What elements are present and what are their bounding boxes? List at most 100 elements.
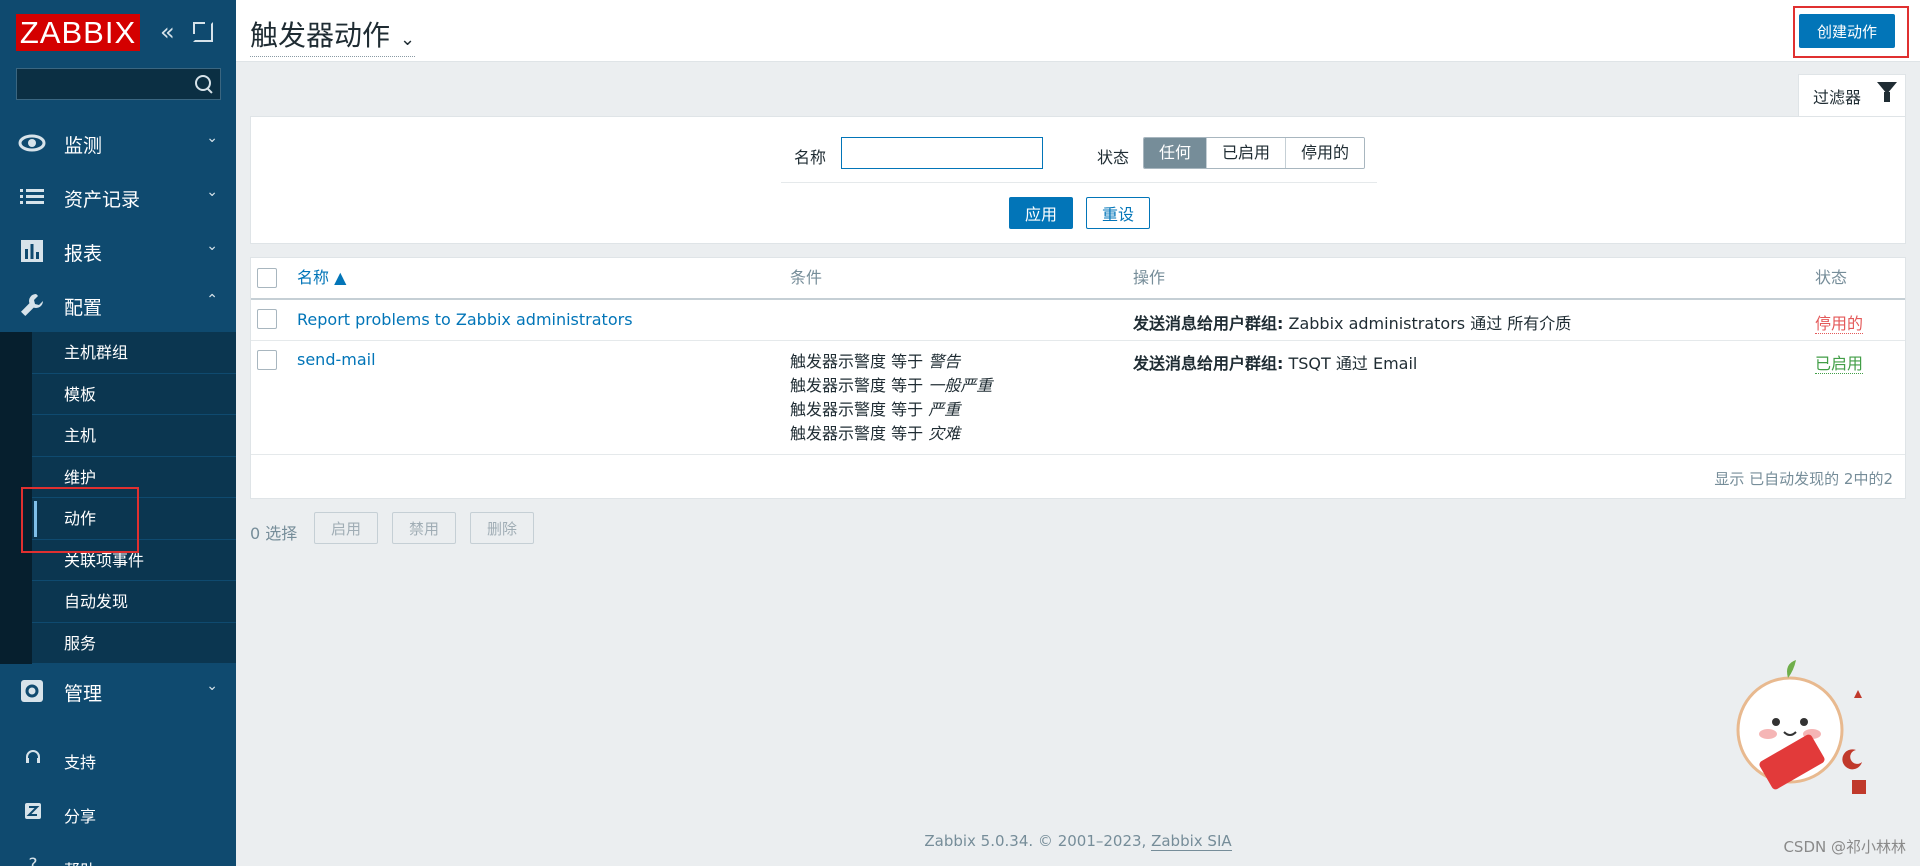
status-segmented-control: 任何 已启用 停用的 <box>1143 137 1366 169</box>
header-divider <box>251 298 1905 300</box>
search-input[interactable] <box>17 69 187 99</box>
page-title-text: 触发器动作 <box>250 19 391 52</box>
column-header-operations: 操作 <box>1133 268 1166 287</box>
menu-label: 管理 <box>64 683 103 705</box>
filter-tab-label: 过滤器 <box>1813 88 1862 107</box>
column-header-status: 状态 <box>1815 268 1848 287</box>
column-header-conditions: 条件 <box>790 268 823 287</box>
sidebar-item-host-groups[interactable]: 主机群组 <box>32 332 236 374</box>
condition-prefix: 触发器示警度 等于 <box>790 352 929 371</box>
menu-label: 监测 <box>64 135 103 157</box>
chevron-down-icon: ⌄ <box>206 130 218 146</box>
filter-name-input[interactable] <box>841 137 1043 169</box>
gear-icon <box>18 677 46 705</box>
delete-button[interactable]: 删除 <box>470 512 534 544</box>
condition-value: 警告 <box>928 352 961 371</box>
footer-link[interactable]: Zabbix SIA <box>1151 832 1232 851</box>
filter-icon <box>1877 82 1897 102</box>
filter-tab[interactable]: 过滤器 <box>1798 74 1906 116</box>
menu-label: 支持 <box>64 753 97 772</box>
column-header-name[interactable]: 名称 ▲ <box>297 258 346 298</box>
condition-prefix: 触发器示警度 等于 <box>790 400 929 419</box>
menu-item-configuration[interactable]: 配置 ⌃ <box>0 278 236 332</box>
chevron-down-icon: ⌄ <box>206 238 218 254</box>
condition-line: 触发器示警度 等于 灾难 <box>790 422 992 446</box>
page-header: 触发器动作 ⌄ 创建动作 <box>236 0 1920 62</box>
disable-button[interactable]: 禁用 <box>392 512 456 544</box>
actions-table: 名称 ▲ 条件 操作 状态 Report problems to Zabbix … <box>250 257 1906 499</box>
filter-name-label: 名称 <box>794 148 827 167</box>
table-count-footer: 显示 已自动发现的 2中的2 <box>1714 470 1893 488</box>
condition-prefix: 触发器示警度 等于 <box>790 424 929 443</box>
conditions-cell: 触发器示警度 等于 警告 触发器示警度 等于 一般严重 触发器示警度 等于 严重… <box>790 350 992 446</box>
sidebar-item-templates[interactable]: 模板 <box>32 373 236 415</box>
status-option-disabled[interactable]: 停用的 <box>1285 138 1365 168</box>
reset-button[interactable]: 重设 <box>1086 197 1150 229</box>
condition-value: 一般严重 <box>928 376 993 395</box>
page-footer: Zabbix 5.0.34. © 2001–2023, Zabbix SIA <box>236 832 1920 851</box>
create-action-button[interactable]: 创建动作 <box>1799 14 1895 48</box>
sidebar-search <box>16 68 221 100</box>
condition-value: 严重 <box>928 400 961 419</box>
sidebar: ZABBIX « 监测 ⌄ 资产记录 ⌄ 报表 ⌄ 配置 ⌃ 主机群组 模板 主… <box>0 0 236 866</box>
status-toggle-disabled[interactable]: 停用的 <box>1815 314 1864 334</box>
chevron-up-icon: ⌃ <box>206 292 218 308</box>
menu-item-administration[interactable]: 管理 ⌄ <box>0 664 236 718</box>
row-divider <box>251 340 1905 341</box>
row-divider <box>251 454 1905 455</box>
operation-label: 发送消息给用户群组: <box>1133 354 1284 373</box>
condition-line: 触发器示警度 等于 严重 <box>790 398 992 422</box>
help-icon: ? <box>28 855 38 866</box>
select-all-checkbox[interactable] <box>257 268 277 288</box>
menu-item-reports[interactable]: 报表 ⌄ <box>0 224 236 278</box>
share-icon <box>24 802 42 820</box>
condition-prefix: 触发器示警度 等于 <box>790 376 929 395</box>
status-option-enabled[interactable]: 已启用 <box>1206 138 1286 168</box>
action-name-link[interactable]: send-mail <box>297 350 376 369</box>
main-menu: 监测 ⌄ 资产记录 ⌄ 报表 ⌄ 配置 ⌃ 主机群组 模板 主机 维护 动作 关… <box>0 116 236 718</box>
menu-item-share[interactable]: 分享 <box>0 786 236 840</box>
zabbix-logo[interactable]: ZABBIX <box>16 14 140 51</box>
apply-button[interactable]: 应用 <box>1009 197 1073 229</box>
chevron-down-icon: ⌄ <box>206 678 218 694</box>
footer-text: Zabbix 5.0.34. © 2001–2023, <box>924 832 1152 850</box>
list-icon <box>18 183 46 211</box>
chevron-down-icon: ⌄ <box>400 29 416 50</box>
status-option-any[interactable]: 任何 <box>1144 138 1207 168</box>
page-title[interactable]: 触发器动作 ⌄ <box>250 14 416 57</box>
enable-button[interactable]: 启用 <box>314 512 378 544</box>
eye-icon <box>18 129 46 157</box>
sidebar-item-discovery[interactable]: 自动发现 <box>32 581 236 623</box>
chevron-down-icon: ⌄ <box>206 184 218 200</box>
annotation-highlight-box <box>21 487 139 553</box>
menu-label: 分享 <box>64 807 97 826</box>
sidebar-item-services[interactable]: 服务 <box>32 622 236 664</box>
filter-divider <box>781 182 1377 183</box>
filter-status-label: 状态 <box>1097 148 1130 167</box>
watermark: CSDN @祁小林林 <box>1783 838 1906 856</box>
action-name-link[interactable]: Report problems to Zabbix administrators <box>297 310 633 329</box>
condition-line: 触发器示警度 等于 警告 <box>790 350 992 374</box>
menu-item-support[interactable]: 支持 <box>0 732 236 786</box>
kiosk-mode-icon[interactable] <box>193 22 213 42</box>
menu-item-monitoring[interactable]: 监测 ⌄ <box>0 116 236 170</box>
collapse-sidebar-icon[interactable]: « <box>160 20 182 44</box>
status-toggle-enabled[interactable]: 已启用 <box>1815 354 1864 374</box>
filter-panel: 名称 状态 任何 已启用 停用的 应用 重设 <box>250 116 1906 244</box>
search-icon[interactable] <box>195 75 213 93</box>
mascot-sticker-icon <box>1736 660 1866 794</box>
menu-item-help[interactable]: ? 帮助 <box>0 840 236 866</box>
bar-chart-icon <box>18 237 46 265</box>
operation-value: Zabbix administrators 通过 所有介质 <box>1283 314 1572 333</box>
menu-label: 配置 <box>64 297 103 319</box>
row-checkbox[interactable] <box>257 309 277 329</box>
sidebar-item-hosts[interactable]: 主机 <box>32 415 236 457</box>
selected-count: 0 选择 <box>250 524 298 543</box>
menu-label: 资产记录 <box>64 189 141 211</box>
operation-cell: 发送消息给用户群组: TSQT 通过 Email <box>1133 350 1417 374</box>
row-checkbox[interactable] <box>257 350 277 370</box>
sidebar-header: ZABBIX « <box>0 0 236 66</box>
wrench-icon <box>18 291 46 319</box>
menu-item-inventory[interactable]: 资产记录 ⌄ <box>0 170 236 224</box>
headset-icon <box>24 748 42 766</box>
